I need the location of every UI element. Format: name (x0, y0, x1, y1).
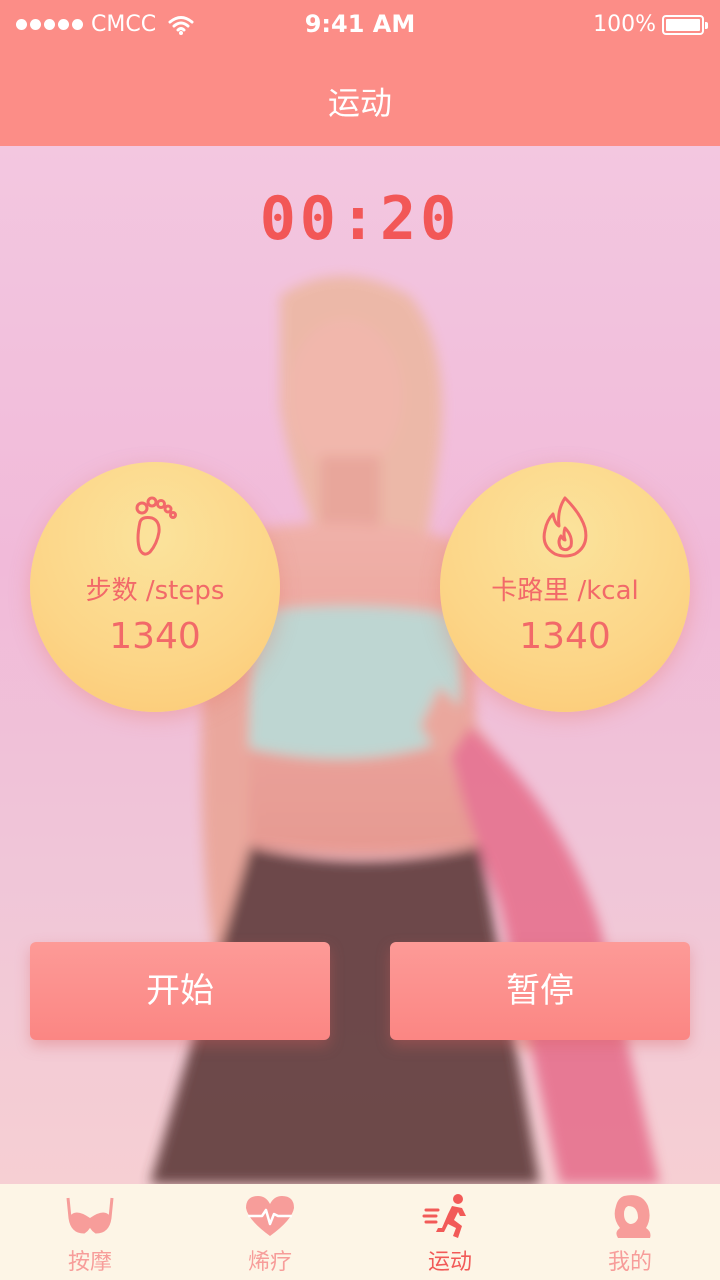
calories-card: 卡路里 /kcal 1340 (440, 462, 690, 712)
calories-value: 1340 (519, 616, 611, 657)
heartbeat-icon (180, 1192, 360, 1242)
page-title: 运动 (327, 84, 392, 122)
status-bar: CMCC 9:41 AM 100% (0, 0, 720, 50)
pause-button[interactable]: 暂停 (390, 942, 690, 1040)
tab-therapy[interactable]: 烯疗 (180, 1184, 360, 1280)
footprint-icon (30, 494, 280, 558)
battery-percent: 100% (593, 12, 656, 37)
app-header: CMCC 9:41 AM 100% 运动 (0, 0, 720, 146)
steps-label: 步数 /steps (85, 576, 225, 606)
woman-profile-icon (540, 1192, 720, 1242)
workout-timer: 00:20 (259, 184, 461, 254)
tab-label: 运动 (427, 1250, 472, 1275)
battery-icon (662, 14, 708, 35)
bra-icon (0, 1192, 180, 1242)
workout-screen: 00:20 步数 /steps 1340 卡路里 /kcal 1340 开始 暂… (0, 146, 720, 1184)
start-button[interactable]: 开始 (30, 942, 330, 1040)
calories-label: 卡路里 /kcal (491, 576, 639, 606)
steps-value: 1340 (109, 616, 201, 657)
steps-card: 步数 /steps 1340 (30, 462, 280, 712)
tab-exercise[interactable]: 运动 (360, 1184, 540, 1280)
tab-bar: 按摩 烯疗 运动 我的 (0, 1184, 720, 1280)
tab-profile[interactable]: 我的 (540, 1184, 720, 1280)
tab-label: 烯疗 (247, 1250, 292, 1275)
tab-massage[interactable]: 按摩 (0, 1184, 180, 1280)
running-icon (360, 1192, 540, 1242)
tab-label: 按摩 (67, 1250, 112, 1275)
flame-icon (440, 494, 690, 558)
status-right: 100% (593, 12, 708, 37)
tab-label: 我的 (607, 1250, 652, 1275)
